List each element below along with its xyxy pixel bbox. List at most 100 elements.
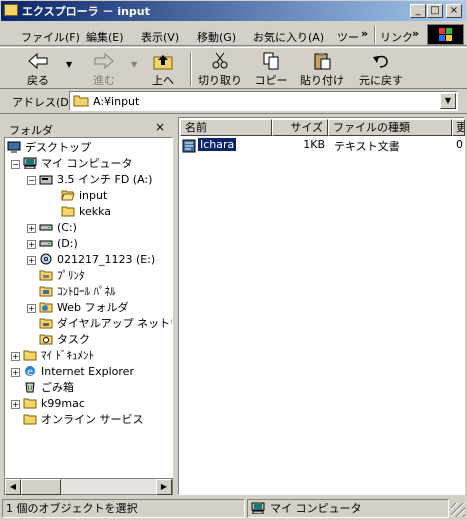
menu-separator	[374, 26, 376, 44]
tree-item-tasks[interactable]: タスク	[39, 332, 90, 348]
file-list[interactable]	[178, 117, 465, 495]
undo-arrow-icon	[373, 55, 388, 68]
drive-icon	[39, 240, 53, 247]
status-selection: 1 個のオブジェクトを選択	[2, 499, 245, 518]
menu-go[interactable]: 移動(G)	[197, 29, 236, 45]
recycle-bin-icon	[25, 382, 35, 393]
maximize-button[interactable]: □	[427, 4, 443, 18]
folder-icon	[61, 206, 75, 217]
copy-icon	[263, 52, 279, 70]
tree-label: マイ コンピュータ	[41, 157, 133, 170]
links-overflow-button[interactable]: »	[412, 27, 419, 40]
status-location: マイ コンピュータ	[247, 499, 449, 518]
tree-item-k99mac[interactable]: k99mac	[23, 396, 85, 412]
expander-drive-d[interactable]: +	[27, 240, 36, 249]
scroll-right-button[interactable]: ▶	[156, 479, 172, 495]
minimize-button[interactable]: _	[410, 4, 426, 18]
copy-button[interactable]: コピー	[252, 52, 290, 88]
folder-pane-close-button[interactable]: ×	[155, 121, 165, 133]
links-button[interactable]: リンク	[380, 29, 413, 45]
menu-file[interactable]: ファイル(F)	[21, 29, 80, 45]
expander-internet-explorer[interactable]: +	[11, 368, 20, 377]
tree-label: 021217_1123 (E:)	[57, 253, 156, 266]
expander-drive-c[interactable]: +	[27, 224, 36, 233]
tree-item-drive-c[interactable]: (C:)	[39, 220, 77, 236]
folder-tree[interactable]: − − + + + + + + + デスクトップ マイ コンピュータ 3.5 イ…	[4, 137, 173, 478]
undo-label: 元に戻す	[359, 74, 403, 87]
tree-label: ｺﾝﾄﾛｰﾙ ﾊﾟﾈﾙ	[57, 285, 116, 298]
back-dropdown-button[interactable]: ▼	[66, 60, 72, 69]
forward-arrow-icon	[94, 52, 114, 70]
expander-drive-e[interactable]: +	[27, 256, 36, 265]
tree-item-recycle-bin[interactable]: ごみ箱	[23, 380, 74, 396]
toolbar-separator	[190, 52, 192, 86]
paste-label: 貼り付け	[300, 74, 344, 87]
address-value[interactable]: A:¥input	[93, 95, 139, 108]
forward-label: 進む	[93, 74, 115, 87]
expander-my-documents[interactable]: +	[11, 352, 20, 361]
tree-item-printers[interactable]: ﾌﾟﾘﾝﾀ	[39, 268, 85, 284]
tree-item-online-services[interactable]: オンライン サービス	[23, 412, 144, 428]
documents-icon	[23, 350, 37, 361]
up-folder-icon	[153, 55, 173, 70]
desktop-icon	[7, 141, 21, 153]
cut-button[interactable]: 切り取り	[197, 52, 243, 88]
tree-item-my-computer[interactable]: マイ コンピュータ	[23, 156, 133, 172]
tree-item-kekka[interactable]: kekka	[61, 204, 111, 220]
computer-icon	[23, 157, 37, 169]
column-header-modified[interactable]: 更	[452, 119, 465, 136]
computer-icon	[251, 502, 265, 514]
explorer-window-icon[interactable]	[4, 4, 18, 16]
folder-icon	[23, 398, 37, 409]
scroll-left-button[interactable]: ◀	[5, 479, 21, 495]
column-header-type[interactable]: ファイルの種類	[328, 119, 452, 136]
tree-label: k99mac	[41, 397, 85, 410]
tree-item-dialup[interactable]: ダイヤルアップ ネットワー	[39, 316, 172, 332]
tree-label: オンライン サービス	[41, 413, 144, 426]
file-name[interactable]: Ichara	[196, 137, 238, 152]
tree-item-my-documents[interactable]: ﾏｲ ﾄﾞｷｭﾒﾝﾄ	[23, 348, 94, 364]
tree-label: タスク	[57, 333, 90, 346]
tree-label: ダイヤルアップ ネットワー	[57, 317, 172, 330]
menu-overflow-button[interactable]: »	[361, 27, 368, 40]
tree-label: 3.5 インチ FD (A:)	[57, 173, 153, 186]
tree-label: (D:)	[57, 237, 78, 250]
menu-view[interactable]: 表示(V)	[141, 29, 179, 45]
paste-button[interactable]: 貼り付け	[298, 52, 346, 88]
forward-dropdown-button[interactable]: ▼	[131, 60, 137, 69]
column-header-name[interactable]: 名前	[180, 119, 272, 136]
expander-k99mac[interactable]: +	[11, 400, 20, 409]
tree-item-drive-d[interactable]: (D:)	[39, 236, 78, 252]
tree-item-control-panel[interactable]: ｺﾝﾄﾛｰﾙ ﾊﾟﾈﾙ	[39, 284, 116, 300]
tree-item-web-folder[interactable]: Web フォルダ	[39, 300, 128, 316]
undo-button[interactable]: 元に戻す	[356, 52, 406, 88]
tree-item-internet-explorer[interactable]: e Internet Explorer	[23, 364, 134, 380]
resize-grip[interactable]	[451, 503, 465, 517]
expander-floppy[interactable]: −	[27, 176, 36, 185]
forward-button[interactable]: 進む	[84, 52, 124, 88]
tree-label: input	[79, 189, 108, 202]
expander-my-computer[interactable]: −	[11, 160, 20, 169]
open-folder-icon	[61, 190, 75, 201]
address-dropdown-button[interactable]: ▼	[440, 93, 456, 109]
cd-icon	[40, 253, 52, 265]
tree-label: kekka	[79, 205, 112, 218]
menu-edit[interactable]: 編集(E)	[86, 29, 124, 45]
scissors-icon	[212, 52, 228, 69]
back-button[interactable]: 戻る	[18, 52, 58, 88]
tree-item-drive-e[interactable]: 021217_1123 (E:)	[39, 252, 155, 268]
tree-item-input[interactable]: input	[61, 188, 107, 204]
expander-web-folder[interactable]: +	[27, 304, 36, 313]
close-button[interactable]: ×	[446, 4, 462, 18]
windows-logo	[427, 24, 464, 45]
back-arrow-icon	[28, 52, 48, 70]
scroll-thumb[interactable]	[21, 479, 61, 495]
tree-item-floppy-a[interactable]: 3.5 インチ FD (A:)	[39, 172, 152, 188]
column-header-size[interactable]: サイズ	[272, 119, 328, 136]
menu-favorites[interactable]: お気に入り(A)	[253, 29, 324, 45]
file-row[interactable]: Ichara 1KB テキスト文書 0	[181, 137, 465, 154]
text-file-icon	[182, 139, 196, 153]
menu-tools[interactable]: ツー	[337, 29, 359, 45]
up-button[interactable]: 上へ	[145, 52, 181, 88]
tree-item-desktop[interactable]: デスクトップ	[7, 140, 91, 156]
